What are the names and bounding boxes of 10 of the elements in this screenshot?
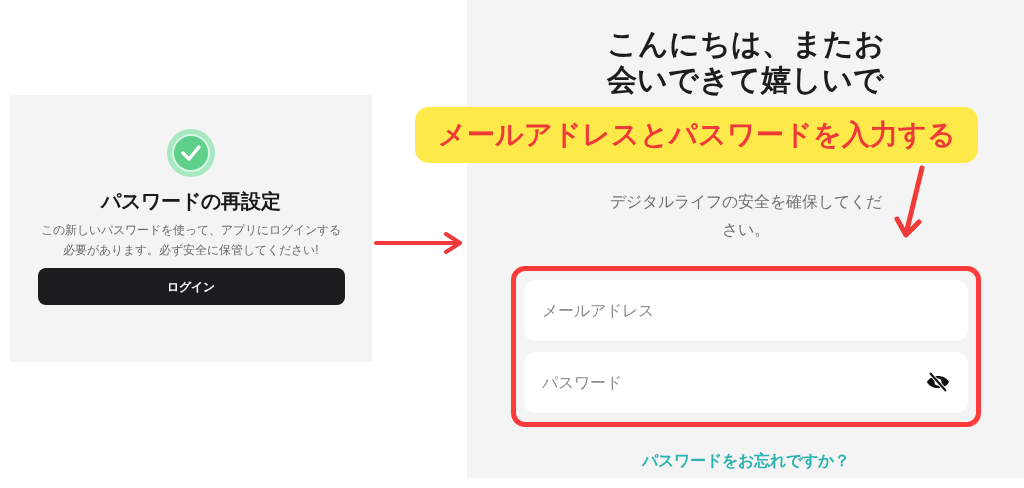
password-field[interactable]: パスワード [523,352,968,413]
login-heading: こんにちは、またお会いできて嬉しいで [605,26,886,98]
callout-label: メールアドレスとパスワードを入力する [415,107,978,163]
email-field[interactable]: メールアドレス [523,280,968,341]
login-subtitle: デジタルライフの安全を確保してください。 [608,192,883,240]
login-button[interactable]: ログイン [37,268,345,305]
reset-title: パスワードの再設定 [101,189,281,214]
eye-off-icon[interactable] [925,372,950,392]
reset-message: この新しいパスワードを使って、アプリにログインする必要があります。必ず安全に保管してください! [40,222,342,259]
check-circle-icon [166,128,216,178]
